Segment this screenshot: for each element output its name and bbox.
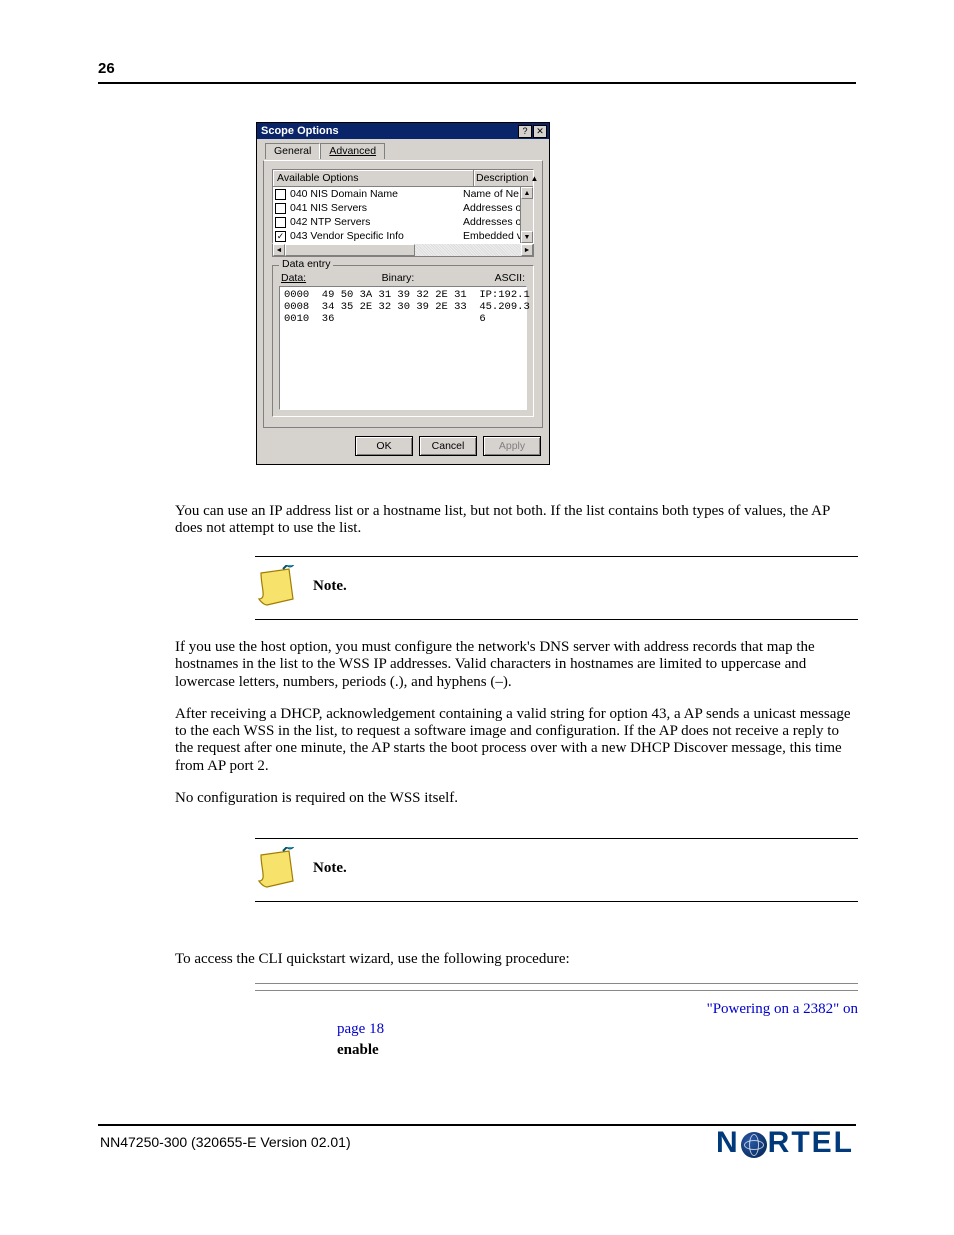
cross-reference-link[interactable]: page 18 bbox=[337, 1021, 384, 1037]
scroll-thumb[interactable] bbox=[285, 244, 415, 256]
vertical-scrollbar[interactable]: ▲ ▼ bbox=[520, 187, 533, 243]
checkbox[interactable]: ✓ bbox=[275, 231, 286, 242]
body-paragraph: After receiving a DHCP, acknowledgement … bbox=[175, 706, 858, 775]
option-desc: Embedded v bbox=[461, 229, 520, 243]
command-text: enable bbox=[337, 1042, 379, 1058]
checkbox[interactable] bbox=[275, 203, 286, 214]
logo-text: N bbox=[716, 1126, 740, 1160]
option-desc: Addresses o bbox=[461, 201, 520, 215]
help-icon[interactable]: ? bbox=[518, 125, 532, 138]
list-item[interactable]: 042 NTP Servers Addresses o bbox=[273, 215, 520, 229]
body-paragraph: If you use the host option, you must con… bbox=[175, 639, 858, 691]
footer-doc-id: NN47250-300 (320655-E Version 02.01) bbox=[100, 1134, 351, 1150]
cross-reference-link[interactable]: "Powering on a 2382" on bbox=[707, 1001, 858, 1017]
nortel-logo: N RTEL bbox=[716, 1126, 854, 1160]
dialog-title: Scope Options bbox=[261, 125, 517, 137]
options-listbox[interactable]: Available Options Description ▲ 040 NIS … bbox=[272, 169, 534, 244]
dialog-title-bar: Scope Options ? ✕ bbox=[257, 123, 549, 139]
hex-editor[interactable]: 0000 49 50 3A 31 39 32 2E 31 IP:192.1 00… bbox=[279, 286, 527, 410]
body-paragraph: No configuration is required on the WSS … bbox=[175, 790, 858, 807]
note-icon bbox=[253, 565, 299, 609]
horizontal-scrollbar[interactable]: ◄ ► bbox=[272, 244, 534, 257]
option-label: 042 NTP Servers bbox=[290, 216, 370, 228]
procedure-step: 2 page 18 bbox=[255, 1021, 858, 1038]
scroll-track[interactable] bbox=[415, 244, 521, 256]
step-divider bbox=[255, 990, 858, 991]
col-header-description[interactable]: Description ▲ bbox=[474, 170, 533, 186]
body-paragraph: You can use an IP address list or a host… bbox=[175, 503, 858, 538]
data-column-label: Data: bbox=[281, 272, 321, 284]
data-entry-group: Data entry Data: Binary: ASCII: 0000 49 … bbox=[272, 265, 534, 417]
option-desc: Name of Ne bbox=[461, 187, 520, 201]
note-text: Note. bbox=[313, 860, 347, 877]
option-label: 040 NIS Domain Name bbox=[290, 188, 398, 200]
checkbox[interactable] bbox=[275, 189, 286, 200]
col-header-description-label: Description bbox=[476, 172, 529, 184]
option-desc: Addresses o bbox=[461, 215, 520, 229]
body-paragraph: To access the CLI quickstart wizard, use… bbox=[175, 951, 858, 968]
note-block: Note. bbox=[255, 838, 858, 902]
list-item[interactable]: 040 NIS Domain Name Name of Ne bbox=[273, 187, 520, 201]
globe-icon bbox=[741, 1132, 767, 1158]
checkbox[interactable] bbox=[275, 217, 286, 228]
list-item[interactable]: 041 NIS Servers Addresses o bbox=[273, 201, 520, 215]
sort-asc-icon: ▲ bbox=[531, 174, 539, 183]
step-divider bbox=[255, 983, 858, 984]
ok-button[interactable]: OK bbox=[355, 436, 413, 456]
ascii-column-label: ASCII: bbox=[475, 272, 525, 284]
page-number: 26 bbox=[98, 60, 115, 77]
procedure-step: 2 "Powering on a 2382" on bbox=[255, 1001, 858, 1018]
header-rule bbox=[98, 82, 856, 84]
scroll-right-icon[interactable]: ► bbox=[521, 244, 533, 256]
col-header-available[interactable]: Available Options bbox=[273, 170, 474, 186]
cancel-button[interactable]: Cancel bbox=[419, 436, 477, 456]
scope-options-dialog: Scope Options ? ✕ GeneralAdvanced Availa… bbox=[256, 122, 550, 465]
scroll-left-icon[interactable]: ◄ bbox=[273, 244, 285, 256]
list-item[interactable]: ✓ 043 Vendor Specific Info Embedded v bbox=[273, 229, 520, 243]
option-label: 043 Vendor Specific Info bbox=[290, 230, 404, 242]
tab-general[interactable]: General bbox=[265, 143, 320, 159]
scroll-thumb[interactable] bbox=[521, 199, 533, 209]
option-label: 041 NIS Servers bbox=[290, 202, 367, 214]
close-icon[interactable]: ✕ bbox=[533, 125, 547, 138]
scroll-down-icon[interactable]: ▼ bbox=[521, 231, 533, 243]
procedure-step: 3 enable bbox=[255, 1042, 858, 1059]
group-label: Data entry bbox=[279, 258, 333, 270]
scroll-up-icon[interactable]: ▲ bbox=[521, 187, 533, 199]
tab-advanced[interactable]: Advanced bbox=[320, 143, 385, 159]
apply-button[interactable]: Apply bbox=[483, 436, 541, 456]
logo-text: RTEL bbox=[768, 1126, 854, 1160]
binary-column-label: Binary: bbox=[321, 272, 475, 284]
note-text: Note. bbox=[313, 578, 347, 595]
tab-panel-general: Available Options Description ▲ 040 NIS … bbox=[263, 160, 543, 428]
note-block: Note. bbox=[255, 556, 858, 620]
note-icon bbox=[253, 847, 299, 891]
